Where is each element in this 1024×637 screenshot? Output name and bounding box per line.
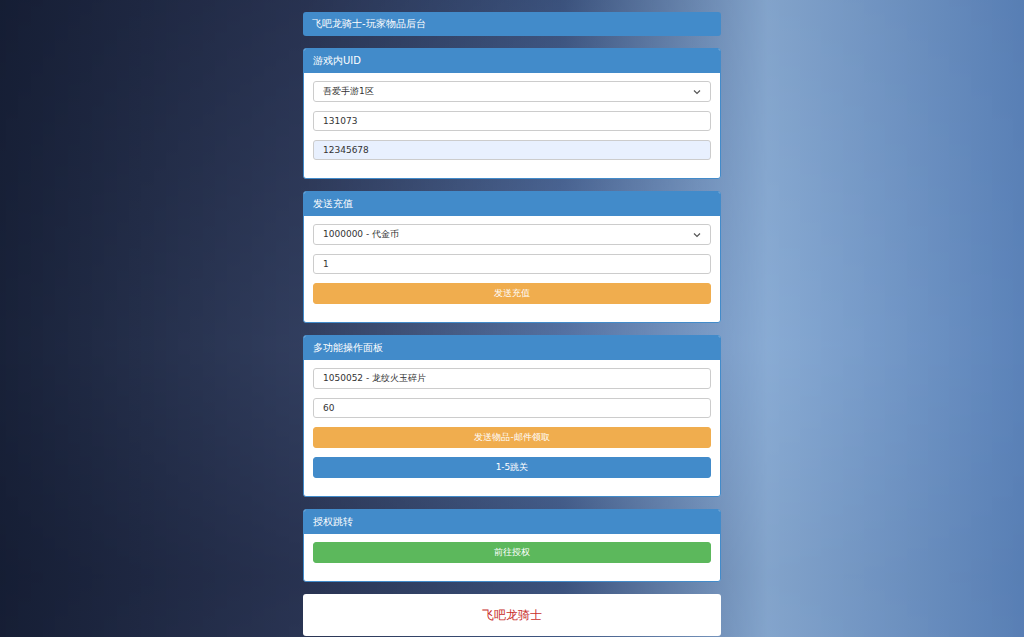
panel-heading: 授权跳转 bbox=[304, 510, 720, 534]
action-button[interactable]: 1-5跳关 bbox=[313, 457, 711, 478]
panel-body: 前往授权 bbox=[304, 534, 720, 581]
panel-body: 1050052 - 龙纹火玉碎片 60 发送物品-邮件领取 1-5跳关 bbox=[304, 360, 720, 496]
action-button[interactable]: 前往授权 bbox=[313, 542, 711, 563]
content-column: 飞吧龙骑士-玩家物品后台游戏内UID 吾爱手游1区 131073 12345678 发送… bbox=[303, 12, 721, 636]
action-button[interactable]: 发送充值 bbox=[313, 283, 711, 304]
action-button[interactable]: 发送物品-邮件领取 bbox=[313, 427, 711, 448]
text-field[interactable]: 1050052 - 龙纹火玉碎片 bbox=[313, 368, 711, 389]
panel: 授权跳转前往授权 bbox=[303, 509, 721, 582]
select-field[interactable]: 1000000 - 代金币 bbox=[313, 224, 711, 245]
select-field[interactable]: 吾爱手游1区 bbox=[313, 81, 711, 102]
panel-body: 吾爱手游1区 131073 12345678 bbox=[304, 73, 720, 178]
chevron-down-icon bbox=[693, 232, 701, 238]
chevron-down-icon bbox=[693, 89, 701, 95]
page-title: 飞吧龙骑士-玩家物品后台 bbox=[303, 12, 721, 36]
text-field[interactable]: 12345678 bbox=[313, 140, 711, 160]
panel-heading: 多功能操作面板 bbox=[304, 336, 720, 360]
panel-heading: 游戏内UID bbox=[304, 49, 720, 73]
panel: 游戏内UID 吾爱手游1区 131073 12345678 bbox=[303, 48, 721, 179]
page: 飞吧龙骑士-玩家物品后台游戏内UID 吾爱手游1区 131073 12345678 发送… bbox=[0, 0, 1024, 637]
panel-body: 1000000 - 代金币 1 发送充值 bbox=[304, 216, 720, 322]
panel: 多功能操作面板 1050052 - 龙纹火玉碎片 60 发送物品-邮件领取 1-5跳关 bbox=[303, 335, 721, 497]
footer-card: 飞吧龙骑士 bbox=[303, 594, 721, 636]
text-field[interactable]: 131073 bbox=[313, 111, 711, 131]
panel: 发送充值 1000000 - 代金币 1 发送充值 bbox=[303, 191, 721, 323]
panel-heading: 发送充值 bbox=[304, 192, 720, 216]
text-field[interactable]: 60 bbox=[313, 398, 711, 418]
text-field[interactable]: 1 bbox=[313, 254, 711, 274]
